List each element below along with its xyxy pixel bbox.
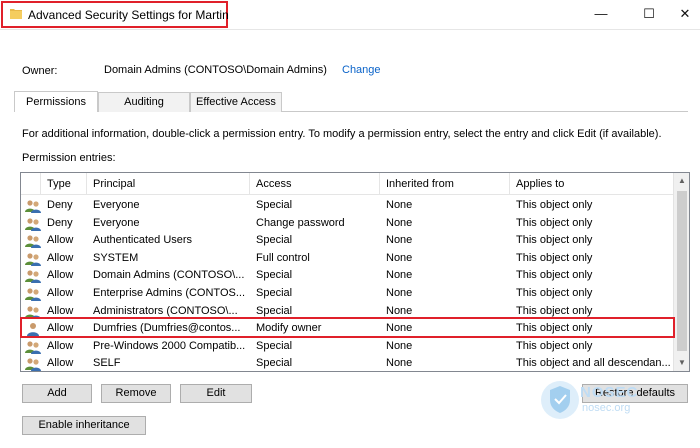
permission-entry-row[interactable]: Allow Enterprise Admins (CONTOS... Special… <box>21 285 673 303</box>
cell-access: Special <box>256 234 293 247</box>
owner-value: Domain Admins (CONTOSO\Domain Admins) <box>104 64 327 76</box>
scroll-down-arrow[interactable]: ▼ <box>674 355 689 371</box>
column-header-applies-to[interactable]: Applies to <box>510 173 673 195</box>
watermark-site: nosec.org <box>582 402 631 414</box>
cell-applies-to: This object only <box>516 287 593 299</box>
owner-label: Owner: <box>22 65 58 77</box>
permission-entry-row[interactable]: Allow SYSTEM Full control None This object o… <box>21 250 673 268</box>
change-owner-link[interactable]: Change <box>342 64 381 76</box>
tab-auditing[interactable]: Auditing <box>98 92 190 112</box>
folder-icon <box>10 9 22 19</box>
cell-inherited-from: None <box>386 287 413 299</box>
group-icon <box>25 217 41 231</box>
cell-inherited-from: None <box>386 234 413 247</box>
permission-entry-row[interactable]: Allow Authenticated Users Special None This … <box>21 232 673 250</box>
cell-access: Full control <box>256 251 310 264</box>
cell-principal: Domain Admins (CONTOSO\... <box>93 269 245 282</box>
permission-entry-row[interactable]: Allow Pre-Windows 2000 Compatib... Special… <box>21 338 673 356</box>
close-button[interactable]: ✕ <box>668 4 700 24</box>
cell-type: Allow <box>47 251 74 264</box>
cell-inherited-from: None <box>386 269 413 282</box>
cell-access: Special <box>256 199 293 211</box>
enable-inheritance-button[interactable]: Enable inheritance <box>22 416 146 435</box>
column-icon-header <box>21 173 41 195</box>
column-header-access[interactable]: Access <box>250 173 380 195</box>
cell-inherited-from: None <box>386 339 413 352</box>
remove-button[interactable]: Remove <box>101 384 171 403</box>
cell-inherited-from: None <box>386 199 413 211</box>
permission-entries-label: Permission entries: <box>22 152 116 164</box>
maximize-button[interactable]: ☐ <box>632 4 666 24</box>
cell-principal: Pre-Windows 2000 Compatib... <box>93 339 246 352</box>
group-icon <box>25 200 41 213</box>
cell-type: Allow <box>47 287 74 299</box>
cell-principal: SYSTEM <box>93 251 139 264</box>
cell-applies-to: This object only <box>516 216 593 229</box>
title-bar: Advanced Security Settings for Martin — … <box>0 0 700 30</box>
group-icon <box>25 235 41 249</box>
cell-applies-to: This object only <box>516 339 593 352</box>
column-header-type[interactable]: Type <box>41 173 87 195</box>
group-icon <box>25 341 41 354</box>
cell-applies-to: This object only <box>516 234 593 247</box>
permission-entry-row[interactable]: Allow SELF Special None This object and all … <box>21 355 673 371</box>
watermark-brand: NOSEC <box>580 384 639 401</box>
permission-entry-row[interactable]: Allow Domain Admins (CONTOSO\... Special No… <box>21 267 673 285</box>
cell-access: Special <box>256 269 293 282</box>
group-icon <box>25 358 41 371</box>
cell-type: Deny <box>47 199 73 211</box>
cell-type: Allow <box>47 339 74 352</box>
cell-inherited-from: None <box>386 251 413 264</box>
column-header-principal[interactable]: Principal <box>87 173 250 195</box>
cell-type: Deny <box>47 216 73 229</box>
scroll-thumb[interactable] <box>677 191 687 351</box>
cell-principal: Everyone <box>93 199 140 211</box>
permission-entries-list[interactable]: Type Principal Access Inherited from App… <box>20 172 690 372</box>
cell-applies-to: This object only <box>516 251 593 264</box>
cell-principal: SELF <box>93 357 121 370</box>
cell-principal: Enterprise Admins (CONTOS... <box>93 287 246 299</box>
cell-access: Special <box>256 287 293 299</box>
cell-type: Allow <box>47 269 74 282</box>
cell-principal: Everyone <box>93 216 140 229</box>
cell-applies-to: This object only <box>516 199 593 211</box>
window-title: Advanced Security Settings for Martin <box>28 8 229 22</box>
list-header: Type Principal Access Inherited from App… <box>21 173 673 195</box>
cell-access: Change password <box>256 216 345 229</box>
tab-strip: Permissions Auditing Effective Access <box>14 91 688 112</box>
cell-inherited-from: None <box>386 216 413 229</box>
vertical-scrollbar[interactable]: ▲ ▼ <box>673 173 689 371</box>
tab-permissions[interactable]: Permissions <box>14 91 98 112</box>
scroll-up-arrow[interactable]: ▲ <box>674 173 689 189</box>
minimize-button[interactable]: — <box>584 4 618 24</box>
cell-type: Allow <box>47 234 74 247</box>
edit-button[interactable]: Edit <box>180 384 252 403</box>
cell-principal: Authenticated Users <box>93 234 193 247</box>
permission-entry-row[interactable]: Deny Everyone Change password None This obje… <box>21 215 673 233</box>
info-text: For additional information, double-click… <box>22 128 662 140</box>
cell-access: Special <box>256 339 293 352</box>
permission-entry-row[interactable]: Deny Everyone Special None This object only <box>21 197 673 215</box>
cell-inherited-from: None <box>386 357 413 370</box>
tab-effective-access[interactable]: Effective Access <box>190 92 282 112</box>
group-icon <box>25 253 41 266</box>
cell-applies-to: This object and all descendan... <box>516 357 671 370</box>
group-icon <box>25 288 41 301</box>
cell-applies-to: This object only <box>516 269 593 282</box>
add-button[interactable]: Add <box>22 384 92 403</box>
column-header-inherited-from[interactable]: Inherited from <box>380 173 510 195</box>
cell-type: Allow <box>47 357 74 370</box>
group-icon <box>25 270 41 284</box>
selected-entry-highlight <box>20 317 675 338</box>
cell-access: Special <box>256 357 293 370</box>
